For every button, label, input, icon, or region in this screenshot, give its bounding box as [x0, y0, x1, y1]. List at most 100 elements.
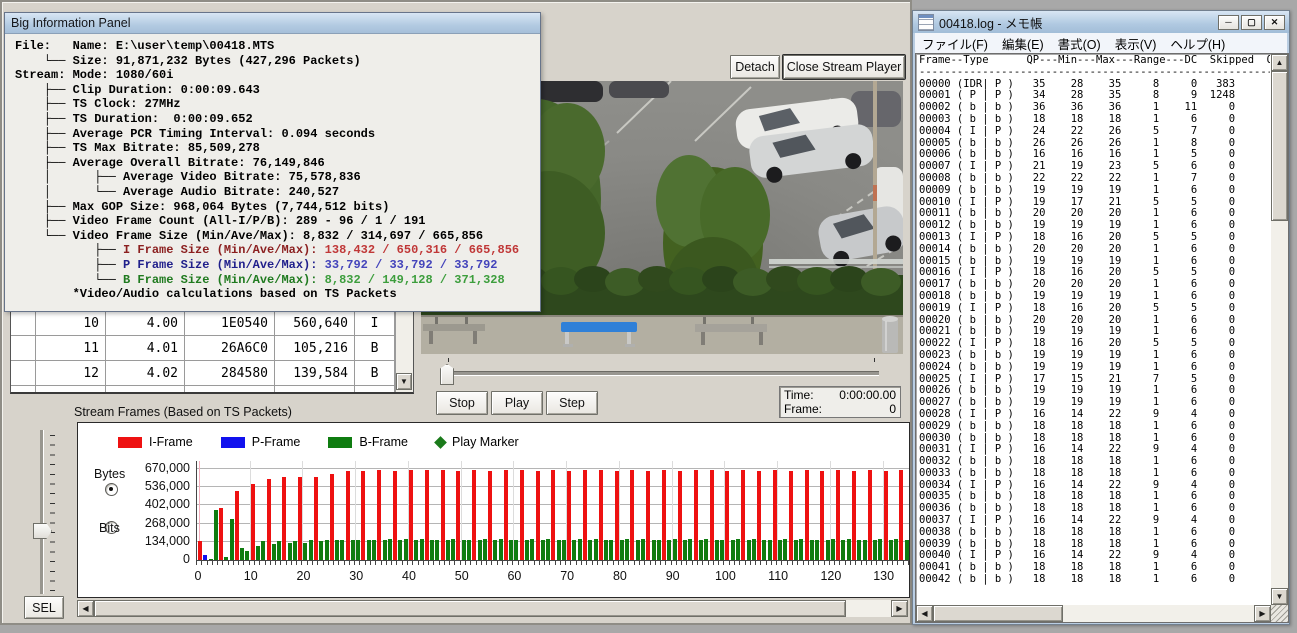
info-line: ├── Clip Duration: 0:00:09.643: [15, 82, 260, 97]
seek-slider-track[interactable]: [448, 371, 879, 376]
big-information-panel-titlebar[interactable]: Big Information Panel: [5, 13, 540, 34]
frame-table-scroll-down-button[interactable]: ▼: [396, 373, 412, 390]
x-tick-label: 90: [665, 569, 680, 583]
x-tick: [370, 561, 372, 565]
menu-item[interactable]: ファイル(F): [915, 34, 995, 53]
x-tick: [733, 561, 735, 565]
x-tick: [602, 561, 604, 565]
menu-item[interactable]: 編集(E): [995, 34, 1051, 53]
play-button[interactable]: Play: [491, 391, 543, 415]
frame-bar: [530, 539, 535, 560]
notepad-v-scrollbar[interactable]: ▲ ▼: [1271, 54, 1288, 605]
legend-label: Play Marker: [452, 435, 519, 449]
x-tick: [301, 561, 303, 565]
frame-bar: [277, 540, 282, 560]
x-tick: [322, 561, 324, 565]
step-button[interactable]: Step: [546, 391, 598, 415]
chart-scroll-left-button[interactable]: ◀: [77, 600, 94, 617]
info-line: └── Size: 91,871,232 Bytes (427,296 Pack…: [15, 53, 361, 68]
table-cell: 13: [36, 386, 106, 392]
frame-bar: [841, 539, 846, 560]
menu-item[interactable]: ヘルプ(H): [1163, 34, 1232, 53]
notepad-scroll-left-button[interactable]: ◀: [916, 605, 933, 622]
x-tick: [665, 561, 667, 565]
info-line: │ ├── Average Video Bitrate: 75,578,836: [15, 170, 361, 185]
resize-grip[interactable]: [1271, 605, 1288, 622]
frame-bar: [830, 539, 835, 560]
table-row[interactable]: 12 4.02 284580 139,584 B: [11, 361, 413, 386]
notepad-text-area[interactable]: Frame--Type QP---Min---Max---Range---DC …: [915, 53, 1289, 623]
x-tick: [654, 561, 656, 565]
info-line: File: Name: E:\user\temp\00418.MTS: [15, 39, 275, 53]
x-tick: [243, 561, 245, 565]
table-row[interactable]: 11 4.01 26A6C0 105,216 B: [11, 336, 413, 361]
table-row[interactable]: 10 4.00 1E0540 560,640 I: [11, 311, 413, 336]
notepad-scroll-down-button[interactable]: ▼: [1271, 588, 1288, 605]
x-tick: [596, 561, 598, 565]
frame-bar: [683, 539, 688, 560]
notepad-scroll-right-button[interactable]: ▶: [1254, 605, 1271, 622]
legend-label: P-Frame: [251, 435, 301, 449]
frame-bar: [456, 470, 461, 560]
info-line: Stream: Mode: 1080/60i: [15, 68, 174, 83]
gridline-y: [197, 468, 909, 470]
frame-bar: [567, 470, 572, 560]
stop-button[interactable]: Stop: [436, 391, 488, 415]
close-button[interactable]: ✕: [1264, 14, 1285, 30]
frame-bar: [393, 470, 398, 560]
frame-bar: [430, 539, 435, 560]
bytes-radio[interactable]: [105, 483, 118, 496]
x-tick: [739, 561, 741, 565]
frame-bar: [899, 470, 904, 560]
frame-bar: [757, 470, 762, 560]
menu-item[interactable]: 書式(O): [1051, 34, 1108, 53]
frame-bar: [614, 470, 619, 560]
maximize-button[interactable]: ▢: [1241, 14, 1262, 30]
x-tick: [607, 561, 609, 565]
frame-bar: [867, 470, 872, 560]
x-tick: [770, 561, 772, 565]
x-tick: [196, 561, 197, 565]
chart-h-scrollbar[interactable]: ◀ ▶: [77, 600, 908, 617]
frame-bar: [646, 470, 651, 560]
x-tick: [644, 561, 646, 565]
frame-table-scrollbar[interactable]: ▼: [395, 311, 413, 392]
notepad-h-scrollbar[interactable]: ◀ ▶: [916, 605, 1271, 622]
menu-item[interactable]: 表示(V): [1108, 34, 1164, 53]
chart-scroll-right-button[interactable]: ▶: [891, 600, 908, 617]
frame-label: Frame:: [784, 402, 823, 416]
x-tick: [343, 561, 345, 565]
table-row[interactable]: 135.002A6E40599,232I: [11, 386, 413, 392]
close-stream-player-button[interactable]: Close Stream Player: [782, 54, 906, 80]
notepad-scroll-up-button[interactable]: ▲: [1271, 54, 1288, 71]
chart-scroll-thumb[interactable]: [94, 600, 846, 617]
frame-bar: [815, 539, 820, 560]
zoom-slider-track[interactable]: [40, 430, 44, 594]
x-tick-label: 80: [612, 569, 627, 583]
notepad-icon: [918, 13, 934, 31]
frame-bar: [451, 539, 456, 560]
minimize-button[interactable]: ─: [1218, 14, 1239, 30]
legend-item: B-Frame: [328, 435, 408, 449]
detach-button[interactable]: Detach: [730, 55, 780, 79]
frame-bar: [292, 540, 297, 560]
frame-bar: [878, 539, 883, 560]
y-tick-label: 536,000: [144, 479, 190, 494]
seek-slider-thumb[interactable]: [440, 364, 454, 385]
x-tick: [554, 561, 556, 565]
log-text: Frame--Type QP---Min---Max---Range---DC …: [919, 55, 1270, 586]
x-tick: [433, 561, 435, 565]
x-tick: [617, 561, 619, 565]
frame-bar: [350, 539, 355, 560]
info-line: ├── Average PCR Timing Interval: 0.094 s…: [15, 126, 376, 141]
sel-button[interactable]: SEL: [24, 596, 64, 619]
frame-bar: [445, 539, 450, 560]
notepad-v-scroll-thumb[interactable]: [1271, 71, 1288, 221]
notepad-titlebar[interactable]: 00418.log - メモ帳 ─ ▢ ✕: [913, 11, 1289, 33]
x-tick: [807, 561, 809, 565]
frame-bar: [851, 470, 856, 560]
notepad-h-scroll-thumb[interactable]: [933, 605, 1063, 622]
frame-bar: [630, 470, 635, 560]
frame-bar: [356, 539, 361, 560]
notepad-title: 00418.log - メモ帳: [939, 16, 1043, 31]
